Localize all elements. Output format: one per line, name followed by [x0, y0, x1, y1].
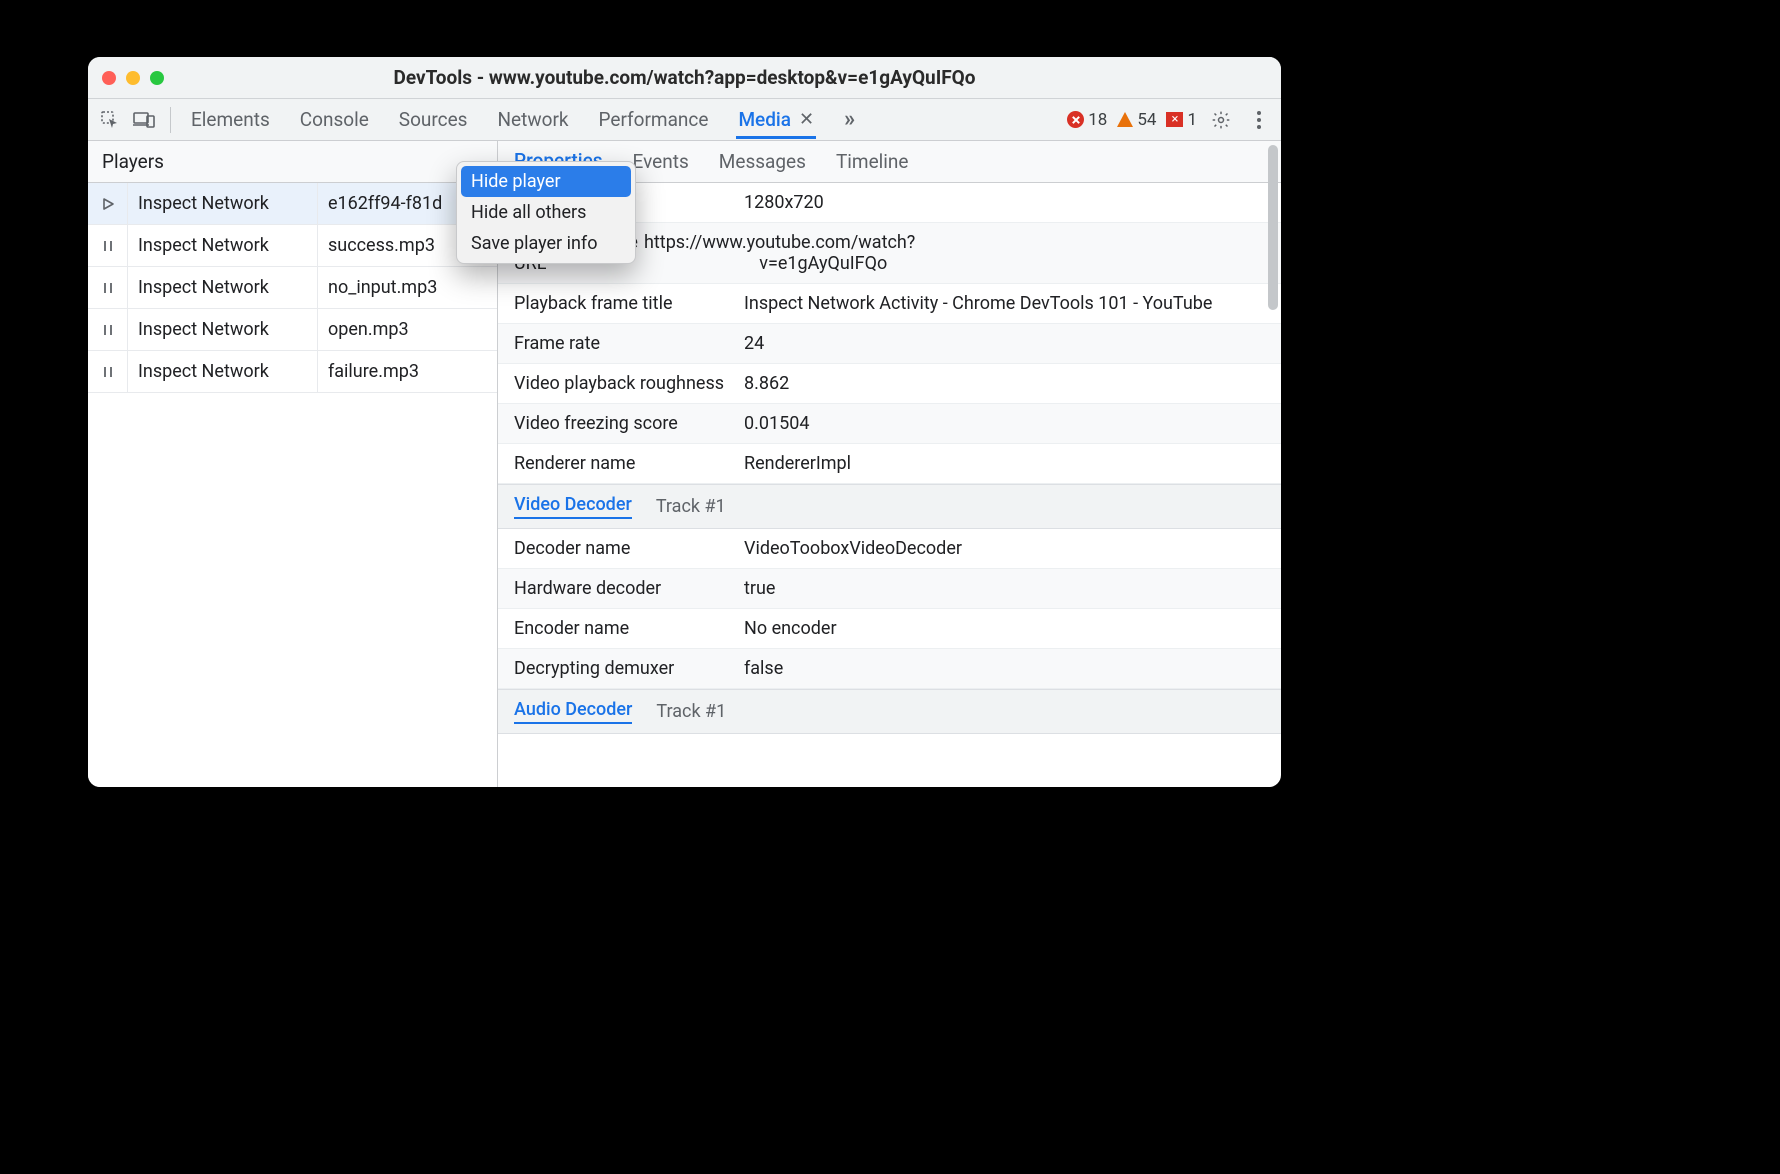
players-header: Players [88, 141, 497, 183]
warning-count-badge[interactable]: 54 [1117, 110, 1156, 130]
tab-media[interactable]: Media ✕ [736, 100, 816, 139]
issue-count: 1 [1187, 110, 1197, 130]
player-row[interactable]: Inspect Network no_input.mp3 [88, 267, 497, 309]
window-controls [88, 71, 164, 85]
ctx-save-player-info[interactable]: Save player info [457, 228, 635, 259]
tab-performance[interactable]: Performance [597, 100, 711, 139]
property-value: true [744, 578, 1265, 599]
player-row[interactable]: Inspect Network open.mp3 [88, 309, 497, 351]
close-window-button[interactable] [102, 71, 116, 85]
devtools-window: DevTools - www.youtube.com/watch?app=des… [88, 57, 1281, 787]
property-name: Decrypting demuxer [514, 658, 744, 679]
tab-console[interactable]: Console [298, 100, 371, 139]
settings-icon[interactable] [1207, 106, 1235, 134]
section-track[interactable]: Track #1 [656, 701, 726, 722]
players-sidebar: Players Inspect Network e162ff94-f81d In… [88, 141, 498, 787]
tab-elements[interactable]: Elements [189, 100, 272, 139]
properties-list: Resolution 1280x720 Playback frame URL h… [498, 183, 1281, 787]
property-row: Hardware decoder true [498, 569, 1281, 609]
player-origin: Inspect Network [128, 267, 318, 308]
property-name: Renderer name [514, 453, 744, 474]
property-row: Decoder name VideoTooboxVideoDecoder [498, 529, 1281, 569]
pause-icon [88, 309, 128, 350]
subtab-timeline[interactable]: Timeline [836, 141, 909, 182]
subtab-events[interactable]: Events [633, 141, 689, 182]
property-value: Inspect Network Activity - Chrome DevToo… [744, 293, 1265, 314]
issue-icon [1166, 112, 1183, 127]
play-icon [88, 183, 128, 224]
property-value: 1280x720 [744, 192, 1265, 213]
property-name: Video freezing score [514, 413, 744, 434]
property-value: false [744, 658, 1265, 679]
property-value: 8.862 [744, 373, 1265, 394]
toolbar-separator [170, 107, 171, 133]
property-row: Video freezing score 0.01504 [498, 404, 1281, 444]
player-file: no_input.mp3 [318, 277, 497, 298]
property-row: Decrypting demuxer false [498, 649, 1281, 689]
property-row: Video playback roughness 8.862 [498, 364, 1281, 404]
tab-network[interactable]: Network [495, 100, 570, 139]
property-row: Frame rate 24 [498, 324, 1281, 364]
property-value: 24 [744, 333, 1265, 354]
more-options-icon[interactable] [1245, 106, 1273, 134]
player-context-menu: Hide player Hide all others Save player … [456, 161, 636, 264]
player-origin: Inspect Network [128, 309, 318, 350]
property-row: Renderer name RendererImpl [498, 444, 1281, 484]
devtools-toolbar: Elements Console Sources Network Perform… [88, 99, 1281, 141]
player-origin: Inspect Network [128, 351, 318, 392]
section-title[interactable]: Video Decoder [514, 494, 632, 519]
window-title: DevTools - www.youtube.com/watch?app=des… [88, 66, 1281, 89]
device-toolbar-icon[interactable] [130, 106, 158, 134]
property-name: Playback frame title [514, 293, 744, 314]
property-value: https://www.youtube.com/watch? app=deskt… [644, 232, 1265, 274]
error-count: 18 [1088, 110, 1107, 130]
property-name: Decoder name [514, 538, 744, 559]
close-tab-icon[interactable]: ✕ [799, 109, 814, 130]
property-value: VideoTooboxVideoDecoder [744, 538, 1265, 559]
ctx-hide-all-others[interactable]: Hide all others [457, 197, 635, 228]
tab-sources[interactable]: Sources [397, 100, 470, 139]
pause-icon [88, 267, 128, 308]
property-name: Hardware decoder [514, 578, 744, 599]
property-value: No encoder [744, 618, 1265, 639]
section-track[interactable]: Track #1 [656, 496, 726, 517]
more-tabs-icon[interactable]: » [844, 107, 855, 132]
pause-icon [88, 351, 128, 392]
inspect-element-icon[interactable] [96, 106, 124, 134]
player-origin: Inspect Network [128, 183, 318, 224]
property-row: Playback frame title Inspect Network Act… [498, 284, 1281, 324]
subtab-messages[interactable]: Messages [719, 141, 806, 182]
property-value: 0.01504 [744, 413, 1265, 434]
player-file: open.mp3 [318, 319, 497, 340]
ctx-hide-player[interactable]: Hide player [461, 166, 631, 197]
main-panel-tabs: Elements Console Sources Network Perform… [189, 100, 855, 139]
section-audio-decoder: Audio Decoder Track #1 [498, 689, 1281, 734]
error-count-badge[interactable]: 18 [1067, 110, 1107, 130]
player-row[interactable]: Inspect Network failure.mp3 [88, 351, 497, 393]
player-row[interactable]: Inspect Network success.mp3 [88, 225, 497, 267]
warning-count: 54 [1137, 110, 1156, 130]
tab-media-label: Media [738, 108, 791, 131]
section-title[interactable]: Audio Decoder [514, 699, 632, 724]
property-name: Encoder name [514, 618, 744, 639]
player-row[interactable]: Inspect Network e162ff94-f81d [88, 183, 497, 225]
scrollbar[interactable] [1268, 145, 1278, 777]
section-video-decoder: Video Decoder Track #1 [498, 484, 1281, 529]
property-name: Video playback roughness [514, 373, 744, 394]
player-origin: Inspect Network [128, 225, 318, 266]
scrollbar-thumb[interactable] [1268, 145, 1278, 310]
property-row: Encoder name No encoder [498, 609, 1281, 649]
issue-count-badge[interactable]: 1 [1166, 110, 1197, 130]
property-value: RendererImpl [744, 453, 1265, 474]
error-icon [1067, 111, 1084, 128]
titlebar: DevTools - www.youtube.com/watch?app=des… [88, 57, 1281, 99]
warning-icon [1117, 112, 1133, 127]
minimize-window-button[interactable] [126, 71, 140, 85]
pause-icon [88, 225, 128, 266]
property-name: Frame rate [514, 333, 744, 354]
zoom-window-button[interactable] [150, 71, 164, 85]
player-file: failure.mp3 [318, 361, 497, 382]
